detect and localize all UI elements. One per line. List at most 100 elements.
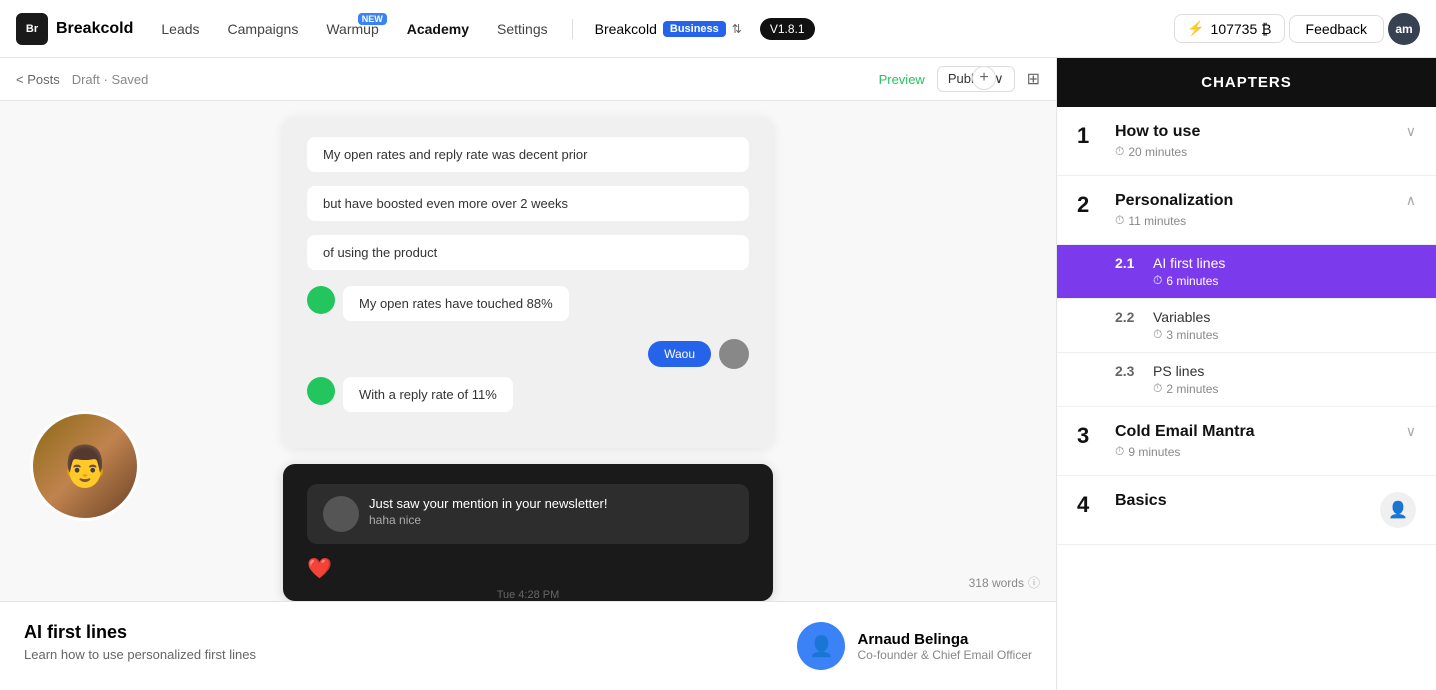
dark-chat-inner: Just saw your mention in your newsletter… [283, 464, 773, 601]
subchapter-2-2-time: ⏱ 3 minutes [1153, 327, 1218, 342]
subchapter-2-1-title: AI first lines [1153, 255, 1225, 271]
lesson-title: AI first lines [24, 622, 256, 643]
nav-academy[interactable]: Academy [395, 15, 481, 43]
feedback-button[interactable]: Feedback [1289, 15, 1384, 43]
breakcold-selector[interactable]: Breakcold Business ⇅ [585, 17, 752, 41]
reply-avatar [719, 339, 749, 369]
chapter-2[interactable]: 2 Personalization ⏱ 11 minutes ∧ [1057, 176, 1436, 245]
subchapter-2-3-num: 2.3 [1115, 363, 1143, 379]
chapter-4-num: 4 [1077, 492, 1101, 518]
content-area: < Posts Draft · Saved Preview Publish ∨ … [0, 58, 1056, 690]
chat-screenshot-dark: Just saw your mention in your newsletter… [283, 464, 773, 601]
chat-bubble-2: but have boosted even more over 2 weeks [307, 186, 749, 221]
clock-icon-2: ⏱ [1115, 213, 1124, 228]
chapter-3-num: 3 [1077, 423, 1101, 449]
chapter-4-row: 4 Basics 👤 [1077, 492, 1416, 528]
subchapter-2-2-info: Variables ⏱ 3 minutes [1153, 309, 1218, 342]
main-layout: < Posts Draft · Saved Preview Publish ∨ … [0, 58, 1436, 690]
subchapter-2-3-left: 2.3 PS lines ⏱ 2 minutes [1115, 363, 1218, 396]
chapter-1-title: How to use [1115, 123, 1200, 141]
chapter-1-left: 1 How to use ⏱ 20 minutes [1077, 123, 1200, 159]
nav-leads[interactable]: Leads [149, 15, 211, 43]
clock-icon-3: ⏱ [1115, 444, 1124, 459]
chapter-3-row: 3 Cold Email Mantra ⏱ 9 minutes ∨ [1077, 423, 1416, 459]
chapter-3-title: Cold Email Mantra [1115, 423, 1255, 441]
clock-icon-2-3: ⏱ [1153, 381, 1162, 396]
chat-avatar-2 [307, 377, 335, 405]
chapter-3-info: Cold Email Mantra ⏱ 9 minutes [1115, 423, 1255, 459]
brand-name: Breakcold [56, 20, 133, 38]
subchapter-2-3-time: ⏱ 2 minutes [1153, 381, 1218, 396]
chapter-1-row: 1 How to use ⏱ 20 minutes ∨ [1077, 123, 1416, 159]
clock-icon-1: ⏱ [1115, 144, 1124, 159]
plan-chevron-icon: ⇅ [732, 22, 742, 36]
brand-icon: Br [16, 13, 48, 45]
subchapter-2-3-title: PS lines [1153, 363, 1218, 379]
chapter-3-left: 3 Cold Email Mantra ⏱ 9 minutes [1077, 423, 1255, 459]
chat-row-reply-rate: With a reply rate of 11% [307, 377, 749, 420]
avatar[interactable]: am [1388, 13, 1420, 45]
preview-button[interactable]: Preview [879, 72, 925, 87]
subchapter-2-3[interactable]: 2.3 PS lines ⏱ 2 minutes [1057, 353, 1436, 407]
chapter-2-left: 2 Personalization ⏱ 11 minutes [1077, 192, 1233, 228]
credits-display[interactable]: ⚡ 107735 ₿ [1174, 14, 1284, 43]
chapter-1[interactable]: 1 How to use ⏱ 20 minutes ∨ [1057, 107, 1436, 176]
lesson-description: Learn how to use personalized first line… [24, 647, 256, 662]
lightning-icon: ⚡ [1187, 20, 1204, 37]
version-badge: V1.8.1 [760, 18, 815, 40]
chapter-3[interactable]: 3 Cold Email Mantra ⏱ 9 minutes ∨ [1057, 407, 1436, 476]
chat-screenshot-light: My open rates and reply rate was decent … [283, 117, 773, 448]
chapter-4-avatar: 👤 [1380, 492, 1416, 528]
plan-badge: Business [663, 21, 726, 37]
waou-button[interactable]: Waou [648, 341, 711, 367]
back-to-posts[interactable]: < Posts [16, 72, 60, 87]
chapter-4-left: 4 Basics [1077, 492, 1167, 518]
new-badge: NEW [358, 13, 387, 25]
mention-text-group: Just saw your mention in your newsletter… [369, 496, 607, 527]
subchapter-2-1[interactable]: 2.1 AI first lines ⏱ 6 minutes [1057, 245, 1436, 299]
credits-value: 107735 ₿ [1211, 21, 1272, 37]
nav-campaigns[interactable]: Campaigns [216, 15, 311, 43]
add-tab-button[interactable]: + [972, 66, 996, 90]
chapter-1-chevron-icon[interactable]: ∨ [1406, 123, 1416, 140]
chapters-sidebar: CHAPTERS 1 How to use ⏱ 20 minutes ∨ [1056, 58, 1436, 690]
chat-bubble-4: My open rates have touched 88% [343, 286, 569, 321]
instructor-details: Arnaud Belinga Co-founder & Chief Email … [857, 631, 1032, 662]
dc-time-1: Tue 4:28 PM [307, 589, 749, 601]
lesson-info-bar: AI first lines Learn how to use personal… [0, 601, 1056, 690]
chapter-1-info: How to use ⏱ 20 minutes [1115, 123, 1200, 159]
lesson-details: AI first lines Learn how to use personal… [24, 622, 256, 662]
subchapter-2-3-info: PS lines ⏱ 2 minutes [1153, 363, 1218, 396]
chapter-2-chevron-icon[interactable]: ∧ [1406, 192, 1416, 209]
mention-bubble: Just saw your mention in your newsletter… [307, 484, 749, 544]
subchapter-2-2-left: 2.2 Variables ⏱ 3 minutes [1115, 309, 1218, 342]
chapter-2-title: Personalization [1115, 192, 1233, 210]
chapter-3-chevron-icon[interactable]: ∨ [1406, 423, 1416, 440]
instructor-avatar: 👤 [797, 622, 845, 670]
subchapter-2-2-num: 2.2 [1115, 309, 1143, 325]
editor-topbar: < Posts Draft · Saved Preview Publish ∨ … [0, 58, 1056, 101]
subchapter-2-1-num: 2.1 [1115, 255, 1143, 271]
brand-logo[interactable]: Br Breakcold [16, 13, 133, 45]
chat-avatar [307, 286, 335, 314]
nav-warmup[interactable]: Warmup NEW [314, 15, 390, 43]
clock-icon-2-1: ⏱ [1153, 273, 1162, 288]
dc-avatar [323, 496, 359, 532]
subchapter-2-1-left: 2.1 AI first lines ⏱ 6 minutes [1115, 255, 1225, 288]
chapter-1-num: 1 [1077, 123, 1101, 149]
chat-bubble-3: of using the product [307, 235, 749, 270]
subchapter-2-1-info: AI first lines ⏱ 6 minutes [1153, 255, 1225, 288]
subchapter-2-2-title: Variables [1153, 309, 1218, 325]
chapter-2-row: 2 Personalization ⏱ 11 minutes ∧ [1077, 192, 1416, 228]
heart-reaction: ❤️ [307, 556, 749, 581]
nav-settings[interactable]: Settings [485, 15, 560, 43]
layout-icon[interactable]: ⊞ [1027, 69, 1040, 89]
chapter-2-time: ⏱ 11 minutes [1115, 213, 1233, 228]
video-wrapper: My open rates and reply rate was decent … [0, 101, 1056, 601]
instructor-info: 👤 Arnaud Belinga Co-founder & Chief Emai… [797, 622, 1032, 670]
chapter-2-info: Personalization ⏱ 11 minutes [1115, 192, 1233, 228]
nav-separator [572, 19, 573, 39]
subchapter-2-2[interactable]: 2.2 Variables ⏱ 3 minutes [1057, 299, 1436, 353]
product-name: Breakcold [595, 21, 657, 37]
chapter-4[interactable]: 4 Basics 👤 [1057, 476, 1436, 545]
